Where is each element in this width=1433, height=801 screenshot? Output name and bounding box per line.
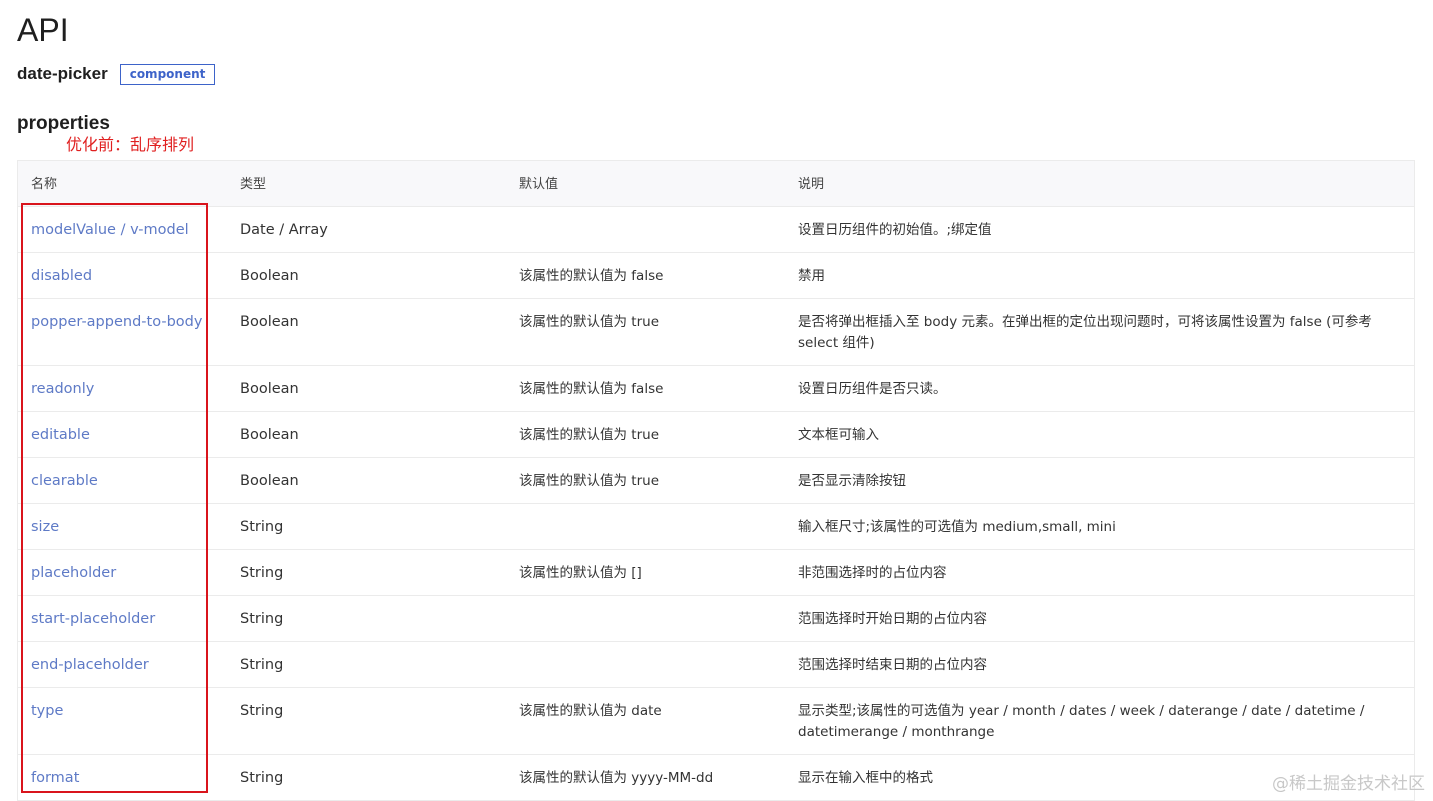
- prop-type: Boolean: [240, 314, 299, 330]
- prop-name-link[interactable]: placeholder: [18, 550, 227, 595]
- component-header: date-picker component: [17, 62, 216, 86]
- header-type: 类型: [240, 177, 267, 192]
- header-default: 默认值: [519, 177, 559, 192]
- table-row: type String 该属性的默认值为 date 显示类型;该属性的可选值为 …: [18, 688, 1414, 755]
- prop-default: 该属性的默认值为 []: [519, 565, 642, 581]
- properties-table: 名称 类型 默认值 说明 modelValue / v-model Date /…: [17, 160, 1415, 801]
- prop-type: Boolean: [240, 473, 299, 489]
- prop-description: 设置日历组件的初始值。;绑定值: [798, 222, 992, 238]
- prop-description: 显示类型;该属性的可选值为 year / month / dates / wee…: [798, 703, 1365, 740]
- prop-description: 文本框可输入: [798, 427, 879, 443]
- prop-type: String: [240, 770, 284, 786]
- prop-default: 该属性的默认值为 true: [519, 473, 659, 489]
- prop-type: Date / Array: [240, 222, 328, 238]
- prop-name-link[interactable]: start-placeholder: [18, 596, 227, 641]
- component-name: date-picker: [17, 64, 108, 83]
- table-row: disabled Boolean 该属性的默认值为 false 禁用: [18, 253, 1414, 299]
- prop-type: String: [240, 657, 284, 673]
- watermark: @稀土掘金技术社区: [1272, 774, 1425, 794]
- header-name: 名称: [31, 177, 58, 192]
- component-badge: component: [119, 63, 216, 85]
- prop-default: [506, 504, 785, 549]
- prop-default: [506, 207, 785, 252]
- prop-name-link[interactable]: disabled: [18, 253, 227, 298]
- prop-type: String: [240, 611, 284, 627]
- header-description: 说明: [798, 177, 825, 192]
- prop-name-link[interactable]: end-placeholder: [18, 642, 227, 687]
- page-title: API: [17, 12, 69, 48]
- prop-default: [506, 642, 785, 687]
- prop-description: 是否将弹出框插入至 body 元素。在弹出框的定位出现问题时，可将该属性设置为 …: [798, 314, 1372, 351]
- prop-name-link[interactable]: type: [18, 688, 227, 754]
- table-row: popper-append-to-body Boolean 该属性的默认值为 t…: [18, 299, 1414, 366]
- prop-description: 非范围选择时的占位内容: [798, 565, 947, 581]
- table-row: clearable Boolean 该属性的默认值为 true 是否显示清除按钮: [18, 458, 1414, 504]
- prop-description: 输入框尺寸;该属性的可选值为 medium,small, mini: [798, 519, 1116, 535]
- prop-description: 范围选择时开始日期的占位内容: [798, 611, 987, 627]
- annotation-note: 优化前：乱序排列: [66, 135, 195, 154]
- prop-default: 该属性的默认值为 false: [519, 268, 664, 284]
- table-header: 名称 类型 默认值 说明: [18, 160, 1414, 207]
- prop-type: Boolean: [240, 268, 299, 284]
- prop-type: Boolean: [240, 427, 299, 443]
- section-title: properties: [17, 113, 110, 134]
- prop-name-link[interactable]: size: [18, 504, 227, 549]
- prop-name-link[interactable]: modelValue / v-model: [18, 207, 227, 252]
- prop-name-link[interactable]: readonly: [18, 366, 227, 411]
- prop-name-link[interactable]: popper-append-to-body: [18, 299, 227, 365]
- prop-type: Boolean: [240, 381, 299, 397]
- table-row: editable Boolean 该属性的默认值为 true 文本框可输入: [18, 412, 1414, 458]
- prop-name-link[interactable]: format: [18, 755, 227, 800]
- prop-description: 范围选择时结束日期的占位内容: [798, 657, 987, 673]
- table-row: placeholder String 该属性的默认值为 [] 非范围选择时的占位…: [18, 550, 1414, 596]
- api-doc-page: API date-picker component properties 优化前…: [0, 0, 1433, 801]
- prop-default: 该属性的默认值为 true: [519, 314, 659, 330]
- table-row: readonly Boolean 该属性的默认值为 false 设置日历组件是否…: [18, 366, 1414, 412]
- prop-type: String: [240, 519, 284, 535]
- table-row: format String 该属性的默认值为 yyyy-MM-dd 显示在输入框…: [18, 755, 1414, 801]
- prop-default: 该属性的默认值为 false: [519, 381, 664, 397]
- prop-type: String: [240, 703, 284, 719]
- prop-default: 该属性的默认值为 date: [519, 703, 662, 719]
- prop-type: String: [240, 565, 284, 581]
- table-row: size String 输入框尺寸;该属性的可选值为 medium,small,…: [18, 504, 1414, 550]
- table-row: modelValue / v-model Date / Array 设置日历组件…: [18, 207, 1414, 253]
- prop-name-link[interactable]: editable: [18, 412, 227, 457]
- table-row: end-placeholder String 范围选择时结束日期的占位内容: [18, 642, 1414, 688]
- prop-description: 禁用: [798, 268, 825, 284]
- prop-description: 设置日历组件是否只读。: [798, 381, 947, 397]
- prop-default: 该属性的默认值为 yyyy-MM-dd: [519, 770, 714, 786]
- prop-name-link[interactable]: clearable: [18, 458, 227, 503]
- prop-description: 是否显示清除按钮: [798, 473, 906, 489]
- prop-default: 该属性的默认值为 true: [519, 427, 659, 443]
- table-row: start-placeholder String 范围选择时开始日期的占位内容: [18, 596, 1414, 642]
- prop-default: [506, 596, 785, 641]
